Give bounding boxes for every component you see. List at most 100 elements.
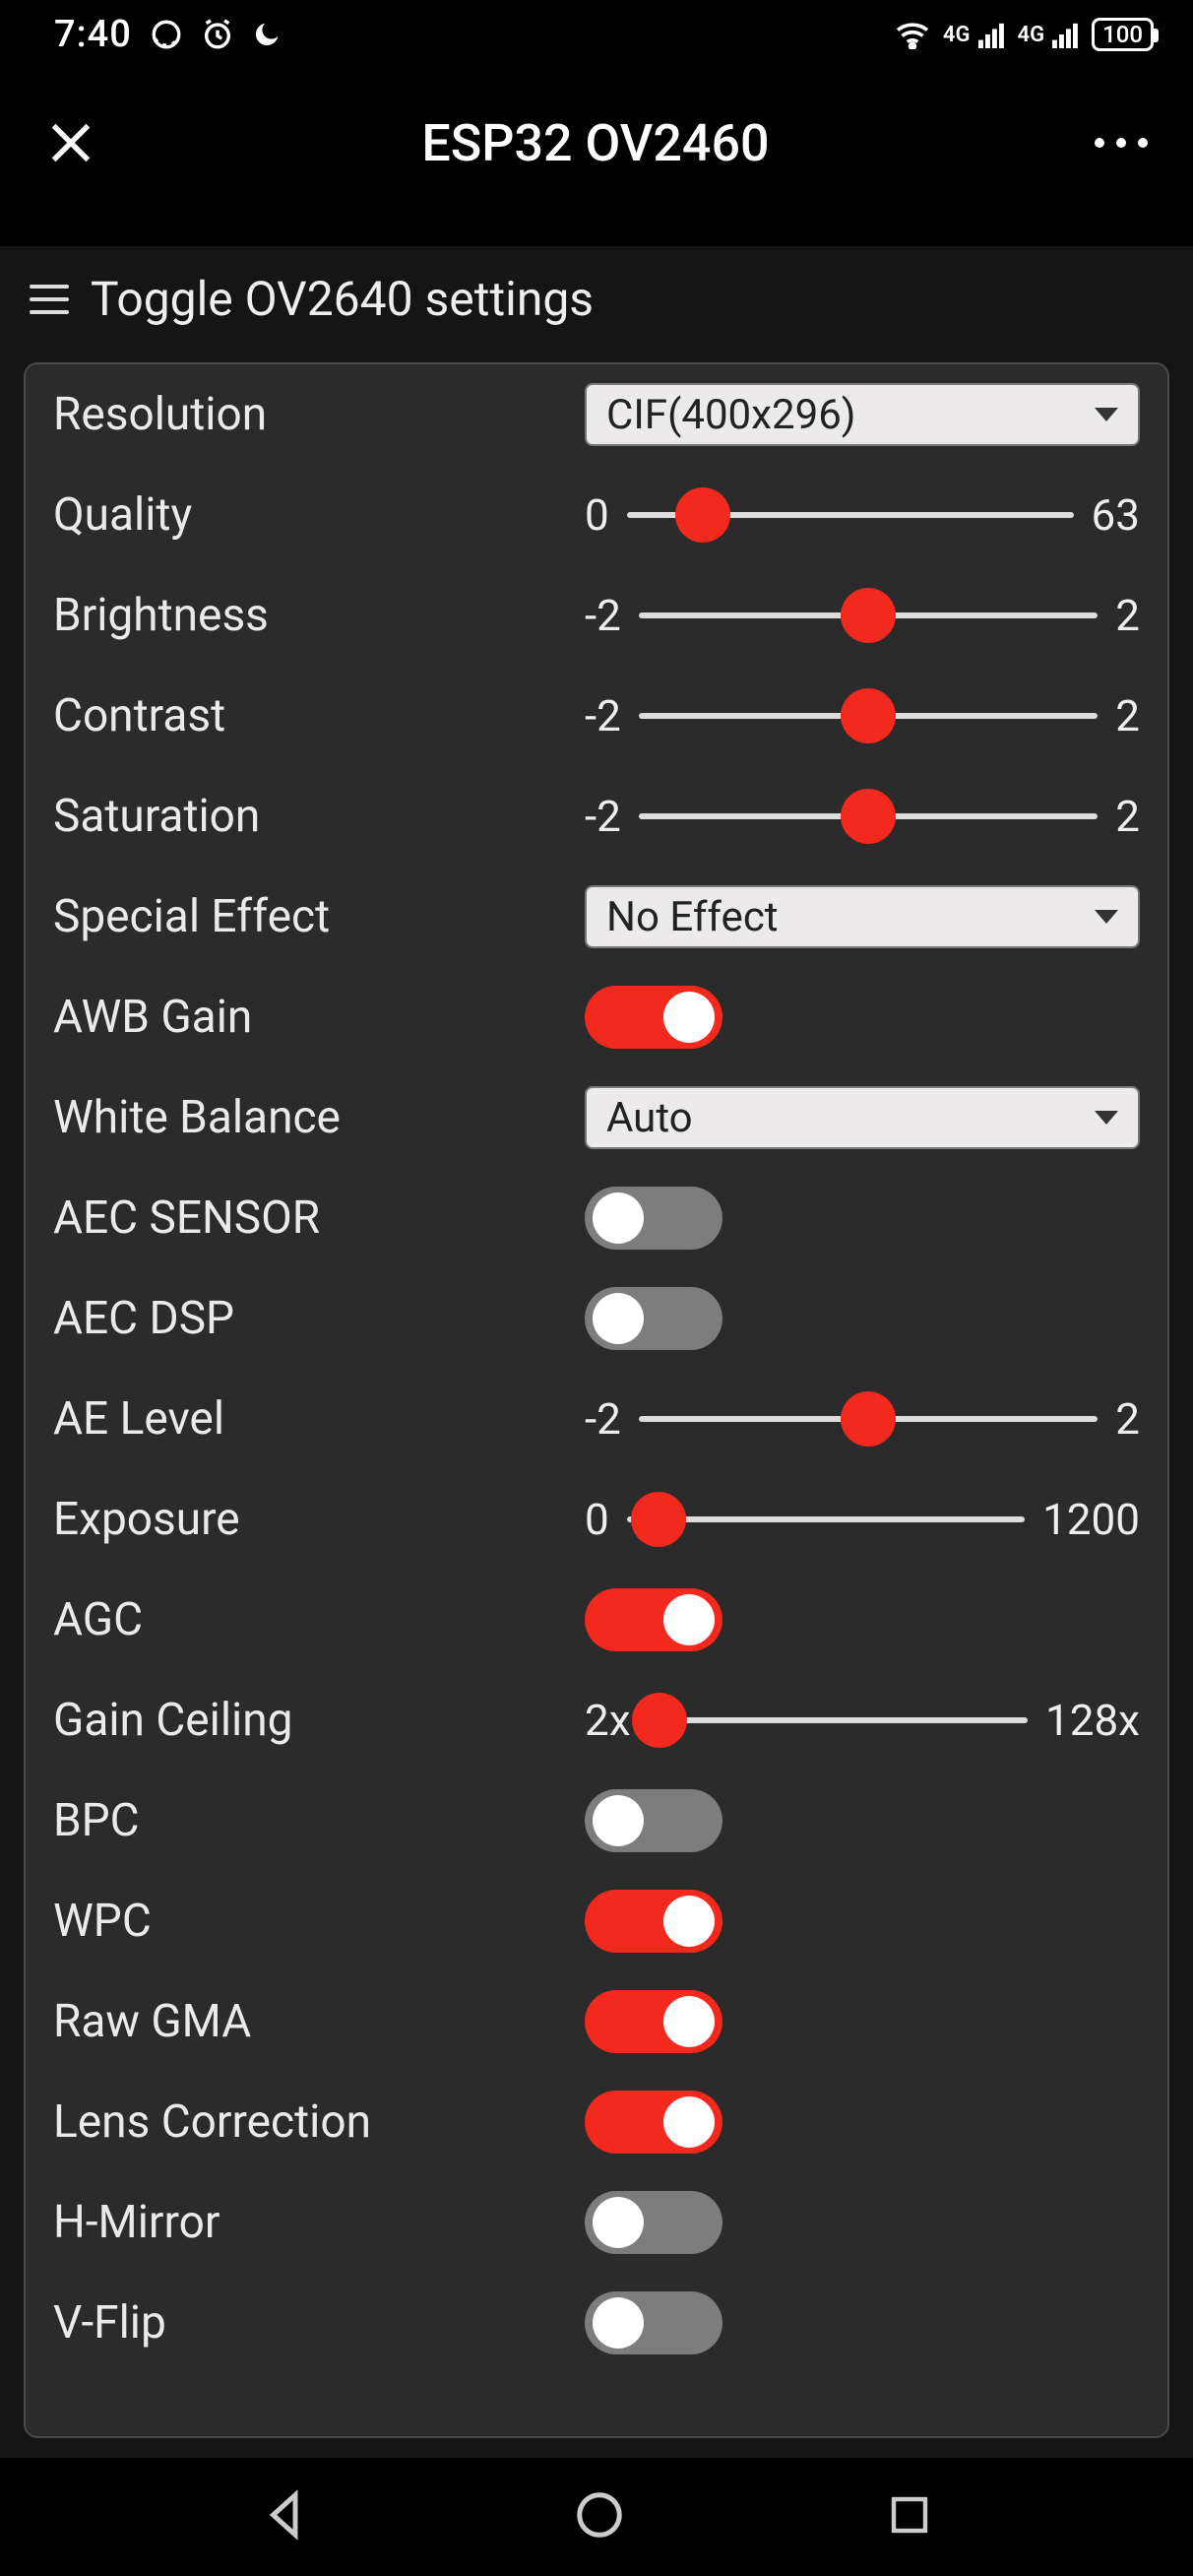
slider-min: 2x xyxy=(585,1695,631,1746)
toggle-awb_gain[interactable] xyxy=(585,986,722,1049)
setting-label-quality: Quality xyxy=(53,488,585,542)
setting-row-gain_ceiling: Gain Ceiling2x 128x xyxy=(26,1670,1167,1771)
toggle-agc[interactable] xyxy=(585,1588,722,1651)
setting-row-ae_level: AE Level-22 xyxy=(26,1369,1167,1469)
battery-indicator: 100 xyxy=(1092,18,1154,51)
more-icon[interactable] xyxy=(1095,138,1148,148)
nav-back-icon[interactable] xyxy=(260,2488,313,2545)
toggle-knob xyxy=(663,1594,715,1645)
slider-track[interactable] xyxy=(639,713,1098,719)
setting-label-gain_ceiling: Gain Ceiling xyxy=(53,1694,585,1747)
toggle-bpc[interactable] xyxy=(585,1789,722,1852)
setting-row-quality: Quality0 63 xyxy=(26,465,1167,565)
slider-max: 2 xyxy=(1115,1393,1140,1445)
select-special_effect[interactable]: No Effect xyxy=(585,885,1140,948)
slider-thumb[interactable] xyxy=(675,487,730,543)
slider-track[interactable] xyxy=(649,1717,1028,1723)
select-value: CIF(400x296) xyxy=(606,391,855,439)
slider-saturation[interactable]: -22 xyxy=(585,791,1140,842)
setting-label-white_balance: White Balance xyxy=(53,1091,585,1144)
slider-track[interactable] xyxy=(627,1516,1025,1522)
menu-icon[interactable] xyxy=(30,285,69,314)
toggle-knob xyxy=(593,2297,644,2349)
slider-thumb[interactable] xyxy=(841,588,896,643)
system-nav-bar xyxy=(0,2458,1193,2576)
setting-label-agc: AGC xyxy=(53,1593,585,1646)
watermark-text: DF创客社区 xyxy=(1039,0,1160,2)
settings-page: Toggle OV2640 settings ResolutionCIF(400… xyxy=(0,246,1193,2576)
signal-1-label: 4G xyxy=(943,23,971,47)
toggle-lens_corr[interactable] xyxy=(585,2091,722,2154)
data-saver-icon xyxy=(150,18,183,51)
status-bar: 7:40 DF创客社区 4G 4G 100 xyxy=(0,0,1193,69)
toggle-v_flip[interactable] xyxy=(585,2291,722,2354)
setting-row-agc: AGC xyxy=(26,1570,1167,1670)
setting-label-special_effect: Special Effect xyxy=(53,890,585,943)
toggle-aec_sensor[interactable] xyxy=(585,1187,722,1250)
slider-max: 2 xyxy=(1115,590,1140,641)
setting-label-aec_dsp: AEC DSP xyxy=(53,1292,585,1345)
setting-row-contrast: Contrast-22 xyxy=(26,666,1167,766)
toggle-wpc[interactable] xyxy=(585,1890,722,1953)
slider-thumb[interactable] xyxy=(841,1391,896,1447)
select-resolution[interactable]: CIF(400x296) xyxy=(585,383,1140,446)
section-title: Toggle OV2640 settings xyxy=(91,271,594,327)
slider-max: 2 xyxy=(1115,690,1140,741)
setting-label-saturation: Saturation xyxy=(53,790,585,843)
slider-brightness[interactable]: -22 xyxy=(585,590,1140,641)
slider-contrast[interactable]: -22 xyxy=(585,690,1140,741)
slider-thumb[interactable] xyxy=(631,1492,686,1547)
slider-thumb[interactable] xyxy=(841,688,896,743)
setting-row-raw_gma: Raw GMA xyxy=(26,1971,1167,2072)
setting-row-resolution: ResolutionCIF(400x296) xyxy=(26,364,1167,465)
toggle-knob xyxy=(663,1996,715,2047)
slider-ae_level[interactable]: -22 xyxy=(585,1393,1140,1445)
select-white_balance[interactable]: Auto xyxy=(585,1086,1140,1149)
toggle-raw_gma[interactable] xyxy=(585,1990,722,2053)
section-header[interactable]: Toggle OV2640 settings xyxy=(0,246,1193,352)
slider-track[interactable] xyxy=(639,1416,1098,1422)
slider-exposure[interactable]: 01200 xyxy=(585,1494,1140,1545)
page-title: ESP32 OV2460 xyxy=(96,113,1095,173)
wifi-icon xyxy=(894,20,931,49)
slider-min: 0 xyxy=(585,489,609,541)
setting-label-wpc: WPC xyxy=(53,1895,585,1948)
setting-row-brightness: Brightness-22 xyxy=(26,565,1167,666)
close-icon[interactable] xyxy=(45,117,96,168)
signal-2-label: 4G xyxy=(1018,23,1045,47)
signal-1-icon xyxy=(978,21,1006,48)
setting-row-wpc: WPC xyxy=(26,1871,1167,1971)
setting-label-lens_corr: Lens Correction xyxy=(53,2095,585,2149)
slider-thumb[interactable] xyxy=(632,1693,687,1748)
setting-row-special_effect: Special EffectNo Effect xyxy=(26,867,1167,967)
setting-row-exposure: Exposure01200 xyxy=(26,1469,1167,1570)
setting-row-lens_corr: Lens Correction xyxy=(26,2072,1167,2172)
setting-row-saturation: Saturation-22 xyxy=(26,766,1167,867)
toggle-knob xyxy=(593,1293,644,1344)
setting-label-aec_sensor: AEC SENSOR xyxy=(53,1191,585,1245)
slider-min: 0 xyxy=(585,1494,609,1545)
nav-recent-icon[interactable] xyxy=(886,2491,933,2543)
nav-home-icon[interactable] xyxy=(573,2488,626,2545)
setting-label-brightness: Brightness xyxy=(53,589,585,642)
slider-track[interactable] xyxy=(627,512,1074,518)
setting-label-bpc: BPC xyxy=(53,1794,585,1847)
slider-track[interactable] xyxy=(639,813,1098,819)
slider-track[interactable] xyxy=(639,612,1098,618)
setting-label-ae_level: AE Level xyxy=(53,1392,585,1446)
dnd-moon-icon xyxy=(252,20,282,49)
toggle-h_mirror[interactable] xyxy=(585,2191,722,2254)
toggle-aec_dsp[interactable] xyxy=(585,1287,722,1350)
setting-label-v_flip: V-Flip xyxy=(53,2296,585,2350)
slider-quality[interactable]: 0 63 xyxy=(585,489,1140,541)
clock: 7:40 xyxy=(54,13,132,56)
select-value: Auto xyxy=(606,1094,693,1142)
slider-gain_ceiling[interactable]: 2x 128x xyxy=(585,1695,1140,1746)
signal-2-icon xyxy=(1052,21,1080,48)
slider-thumb[interactable] xyxy=(841,789,896,844)
setting-row-h_mirror: H-Mirror xyxy=(26,2172,1167,2273)
title-bar: ESP32 OV2460 xyxy=(0,69,1193,217)
setting-row-white_balance: White Balance Auto xyxy=(26,1067,1167,1168)
slider-max: 63 xyxy=(1092,489,1140,541)
slider-max: 128x xyxy=(1045,1695,1140,1746)
